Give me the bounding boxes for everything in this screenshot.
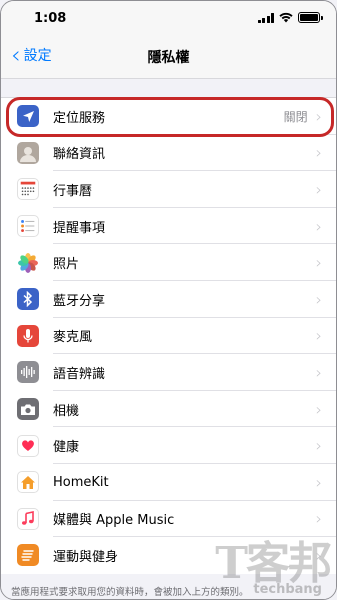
battery-icon bbox=[298, 12, 323, 23]
status-time: 1:08 bbox=[34, 11, 67, 26]
homekit-house-icon bbox=[17, 471, 39, 494]
chevron-right-icon: › bbox=[315, 289, 322, 309]
row-label: 照片 bbox=[53, 257, 80, 273]
status-icons bbox=[257, 12, 323, 23]
chevron-right-icon: › bbox=[315, 472, 322, 492]
row-microphone[interactable]: 麥克風 › bbox=[1, 318, 336, 355]
footer-note: 當應用程式要求取用您的資料時，會被加入上方的類別。 bbox=[1, 579, 336, 599]
status-bar: 1:08 bbox=[1, 1, 336, 33]
row-health[interactable]: 健康 › bbox=[1, 427, 336, 464]
row-camera[interactable]: 相機 › bbox=[1, 391, 336, 428]
chevron-right-icon: › bbox=[315, 509, 322, 529]
camera-icon bbox=[17, 398, 39, 421]
microphone-icon bbox=[17, 324, 39, 347]
photos-icon bbox=[17, 251, 39, 274]
row-label: 提醒事項 bbox=[53, 220, 106, 236]
music-note-icon bbox=[17, 507, 39, 530]
chevron-right-icon: › bbox=[315, 399, 322, 419]
privacy-list: 定位服務 關閉 › 聯絡資訊 › 行事曆 › 提醒事項 › 照片 › 藍牙分享 … bbox=[1, 97, 336, 574]
speech-waveform-icon bbox=[17, 361, 39, 384]
row-reminders[interactable]: 提醒事項 › bbox=[1, 208, 336, 245]
row-label: 定位服務 bbox=[53, 110, 106, 126]
chevron-right-icon: › bbox=[315, 545, 322, 565]
bluetooth-icon bbox=[17, 288, 39, 311]
row-homekit[interactable]: HomeKit › bbox=[1, 464, 336, 501]
row-photos[interactable]: 照片 › bbox=[1, 244, 336, 281]
chevron-right-icon: › bbox=[315, 362, 322, 382]
row-value: 關閉 bbox=[283, 109, 308, 124]
row-label: 麥克風 bbox=[53, 330, 93, 346]
row-bluetooth-sharing[interactable]: 藍牙分享 › bbox=[1, 281, 336, 318]
row-calendars[interactable]: 行事曆 › bbox=[1, 171, 336, 208]
navigation-bar: ‹ 設定 隱私權 bbox=[1, 33, 336, 79]
row-label: 相機 bbox=[53, 403, 80, 419]
row-media-apple-music[interactable]: 媒體與 Apple Music › bbox=[1, 501, 336, 538]
row-label: 健康 bbox=[53, 440, 80, 456]
row-label: 藍牙分享 bbox=[53, 293, 106, 309]
chevron-right-icon: › bbox=[315, 326, 322, 346]
chevron-right-icon: › bbox=[315, 143, 322, 163]
health-heart-icon bbox=[17, 434, 39, 457]
row-label: 媒體與 Apple Music bbox=[53, 513, 175, 529]
row-motion-fitness[interactable]: 運動與健身 › bbox=[1, 537, 336, 574]
motion-fitness-icon bbox=[17, 544, 39, 567]
chevron-right-icon: › bbox=[315, 436, 322, 456]
wifi-icon bbox=[279, 12, 293, 23]
row-label: 聯絡資訊 bbox=[53, 147, 106, 163]
row-contacts[interactable]: 聯絡資訊 › bbox=[1, 135, 336, 172]
chevron-right-icon: › bbox=[315, 216, 322, 236]
row-label: 運動與健身 bbox=[53, 549, 119, 565]
location-arrow-icon bbox=[17, 105, 39, 128]
contacts-icon bbox=[17, 141, 39, 164]
chevron-right-icon: › bbox=[315, 253, 322, 273]
phone-screen: 1:08 ‹ 設定 隱私權 定位服務 關閉 › 聯絡資訊 › 行事曆 › 提醒事… bbox=[0, 0, 337, 600]
cellular-signal-icon bbox=[257, 12, 274, 23]
row-label: HomeKit bbox=[53, 474, 109, 490]
chevron-right-icon: › bbox=[315, 106, 322, 126]
reminders-icon bbox=[17, 215, 39, 238]
row-location-services[interactable]: 定位服務 關閉 › bbox=[1, 98, 336, 135]
row-label: 語音辨識 bbox=[53, 366, 106, 382]
calendar-icon bbox=[17, 178, 39, 201]
chevron-right-icon: › bbox=[315, 179, 322, 199]
row-speech-recognition[interactable]: 語音辨識 › bbox=[1, 354, 336, 391]
row-label: 行事曆 bbox=[53, 183, 93, 199]
page-title: 隱私權 bbox=[147, 50, 190, 66]
